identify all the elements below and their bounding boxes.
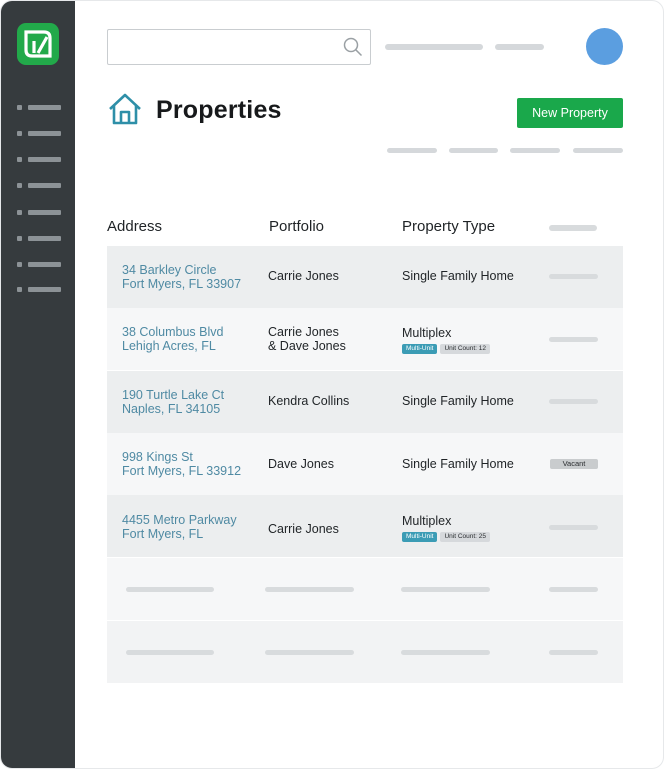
- portfolio-name: Dave Jones: [268, 457, 335, 471]
- multi-unit-badge: Multi-Unit: [402, 344, 438, 354]
- cell-placeholder: [126, 587, 214, 592]
- portfolio-name: Carrie Jones: [268, 522, 339, 536]
- table-row[interactable]: 38 Columbus Blvd Lehigh Acres, FL Carrie…: [107, 308, 623, 370]
- portfolio-name: Carrie Jones: [268, 269, 339, 283]
- property-type: Multiplex: [402, 326, 452, 340]
- cell-placeholder: [401, 650, 490, 655]
- column-header-address[interactable]: Address: [107, 218, 162, 235]
- header-placeholder-1: [385, 44, 483, 50]
- cell-placeholder: [549, 587, 598, 592]
- header-placeholder-2: [495, 44, 544, 50]
- sidebar: [1, 1, 75, 768]
- address-line2[interactable]: Fort Myers, FL 33907: [122, 277, 241, 291]
- column-header-placeholder: [549, 225, 597, 231]
- sidebar-item-8[interactable]: [17, 286, 61, 294]
- sidebar-item-2[interactable]: [17, 130, 61, 138]
- filter-tab-4[interactable]: [573, 148, 623, 153]
- address-line1[interactable]: 4455 Metro Parkway: [122, 513, 237, 527]
- sidebar-item-3[interactable]: [17, 156, 61, 164]
- sidebar-item-4[interactable]: [17, 182, 61, 190]
- unit-count-badge: Unit Count: 12: [440, 344, 491, 354]
- cell-placeholder: [549, 525, 598, 530]
- address-line2[interactable]: Naples, FL 34105: [122, 402, 220, 416]
- home-icon: [109, 93, 141, 125]
- column-header-portfolio[interactable]: Portfolio: [269, 218, 324, 235]
- address-line2[interactable]: Lehigh Acres, FL: [122, 339, 216, 353]
- cell-placeholder: [549, 274, 598, 279]
- portfolio-name: Kendra Collins: [268, 394, 350, 408]
- cell-placeholder: [401, 587, 490, 592]
- filter-tab-1[interactable]: [387, 148, 437, 153]
- address-line1[interactable]: 998 Kings St: [122, 450, 193, 464]
- placeholder-row: [107, 621, 623, 683]
- property-type: Multiplex: [402, 514, 452, 528]
- table-row[interactable]: 190 Turtle Lake Ct Naples, FL 34105 Kend…: [107, 371, 623, 433]
- address-line2[interactable]: Fort Myers, FL: [122, 527, 203, 541]
- placeholder-row: [107, 558, 623, 620]
- user-avatar[interactable]: [586, 28, 623, 65]
- table-row[interactable]: 998 Kings St Fort Myers, FL 33912 Dave J…: [107, 433, 623, 495]
- sidebar-item-5[interactable]: [17, 209, 61, 217]
- search-icon[interactable]: [342, 36, 364, 58]
- cell-placeholder: [126, 650, 214, 655]
- unit-count-badge: Unit Count: 25: [440, 532, 491, 542]
- badge-group: Multi-Unit Unit Count: 12: [402, 344, 491, 354]
- search-input[interactable]: [108, 30, 338, 64]
- sidebar-item-6[interactable]: [17, 235, 61, 243]
- portfolio-name: Carrie Jones: [268, 325, 339, 339]
- badge-group: Multi-Unit Unit Count: 25: [402, 532, 491, 542]
- search-box: [107, 29, 371, 65]
- portfolio-name-2: & Dave Jones: [268, 339, 346, 353]
- cell-placeholder: [549, 399, 598, 404]
- cell-placeholder: [265, 650, 354, 655]
- property-type: Single Family Home: [402, 269, 514, 283]
- filter-tab-3[interactable]: [510, 148, 560, 153]
- property-type: Single Family Home: [402, 457, 514, 471]
- sidebar-item-7[interactable]: [17, 261, 61, 269]
- cell-placeholder: [265, 587, 354, 592]
- multi-unit-badge: Multi-Unit: [402, 532, 438, 542]
- property-type: Single Family Home: [402, 394, 514, 408]
- address-line1[interactable]: 38 Columbus Blvd: [122, 325, 223, 339]
- filter-tab-2[interactable]: [449, 148, 498, 153]
- brand-logo-icon[interactable]: [17, 23, 59, 65]
- address-line1[interactable]: 190 Turtle Lake Ct: [122, 388, 224, 402]
- page-title: Properties: [156, 96, 282, 124]
- table-row[interactable]: 34 Barkley Circle Fort Myers, FL 33907 C…: [107, 246, 623, 308]
- column-header-property-type[interactable]: Property Type: [402, 218, 495, 235]
- new-property-button[interactable]: New Property: [517, 98, 623, 128]
- status-badge: Vacant: [550, 459, 598, 469]
- address-line2[interactable]: Fort Myers, FL 33912: [122, 464, 241, 478]
- sidebar-item-1[interactable]: [17, 104, 61, 112]
- app-window: Properties New Property Address Portfoli…: [0, 0, 664, 769]
- address-line1[interactable]: 34 Barkley Circle: [122, 263, 216, 277]
- cell-placeholder: [549, 650, 598, 655]
- table-row[interactable]: 4455 Metro Parkway Fort Myers, FL Carrie…: [107, 495, 623, 557]
- cell-placeholder: [549, 337, 598, 342]
